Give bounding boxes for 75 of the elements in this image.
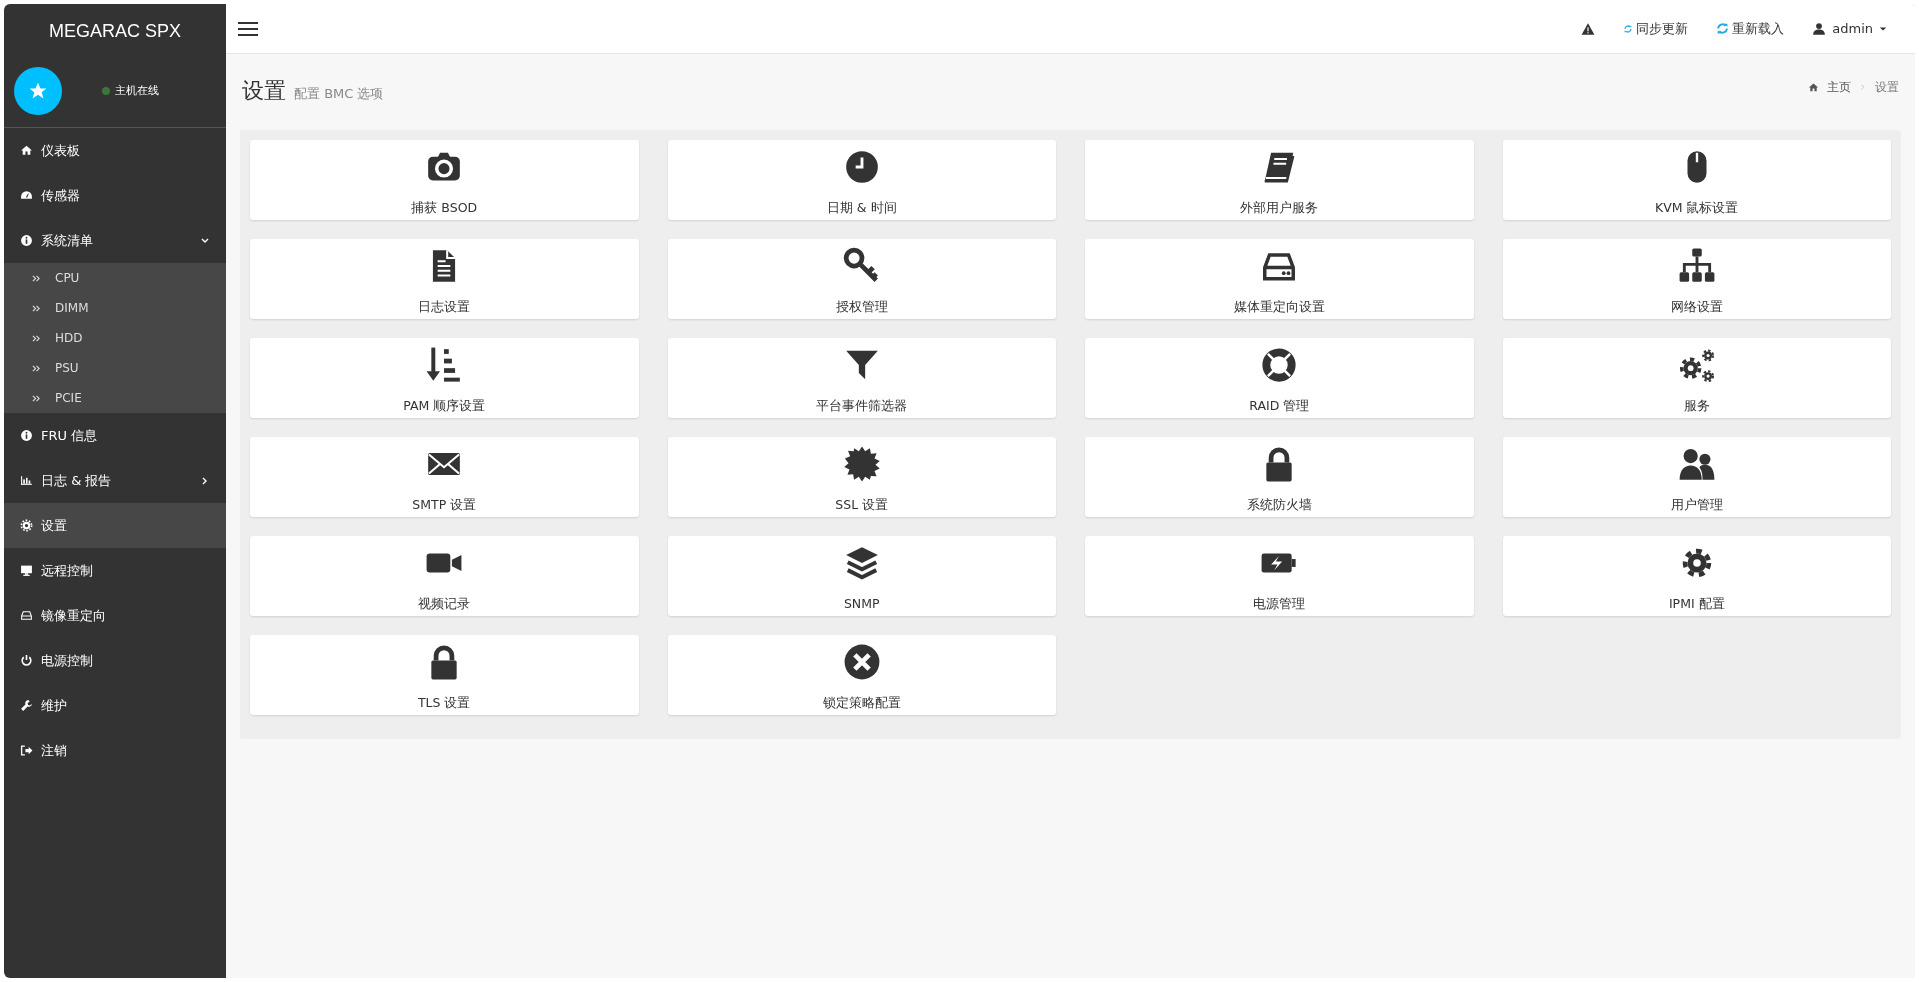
monitor-icon bbox=[20, 564, 33, 577]
logout-icon bbox=[20, 744, 33, 757]
sidebar-item[interactable]: 日志 & 报告 bbox=[4, 458, 226, 503]
settings-tile[interactable]: 用户管理 bbox=[1502, 437, 1891, 518]
menu-icon bbox=[238, 21, 258, 37]
settings-tile[interactable]: SMTP 设置 bbox=[250, 437, 639, 518]
power-icon bbox=[20, 654, 33, 667]
star-icon bbox=[28, 81, 48, 101]
user-icon bbox=[1812, 21, 1827, 36]
settings-tile[interactable]: 日志设置 bbox=[250, 239, 639, 320]
settings-tile[interactable]: IPMI 配置 bbox=[1502, 536, 1891, 617]
refresh-icon bbox=[1716, 22, 1730, 35]
lifebuoy-icon bbox=[1260, 346, 1299, 385]
bar-chart-icon bbox=[20, 474, 33, 487]
sidebar-item[interactable]: 远程控制 bbox=[4, 548, 226, 593]
seal-icon bbox=[842, 445, 881, 484]
settings-tile[interactable]: SSL 设置 bbox=[667, 437, 1056, 518]
breadcrumb-item: 设置 bbox=[1875, 79, 1899, 96]
settings-tile[interactable]: 锁定策略配置 bbox=[667, 635, 1056, 716]
sidebar-item[interactable]: 电源控制 bbox=[4, 638, 226, 683]
user-menu[interactable]: admin bbox=[1812, 18, 1887, 39]
submenu-item[interactable]: CPU bbox=[4, 263, 226, 293]
submenu-item[interactable]: PCIE bbox=[4, 383, 226, 413]
settings-tile[interactable]: 电源管理 bbox=[1085, 536, 1474, 617]
settings-tile[interactable]: 授权管理 bbox=[667, 239, 1056, 320]
settings-tile[interactable]: 平台事件筛选器 bbox=[667, 338, 1056, 419]
brand-title: MEGARAC SPX bbox=[48, 20, 182, 43]
sidebar-item[interactable]: 传感器 bbox=[4, 173, 226, 218]
drive-icon bbox=[20, 609, 33, 622]
home-icon bbox=[1808, 81, 1819, 93]
submenu-item[interactable]: HDD bbox=[4, 323, 226, 353]
settings-tile[interactable]: PAM 顺序设置 bbox=[250, 338, 639, 419]
header-link[interactable]: 同步更新 bbox=[1623, 18, 1689, 39]
submenu-item[interactable]: DIMM bbox=[4, 293, 226, 323]
info-icon bbox=[20, 429, 33, 442]
double-chevron-icon bbox=[32, 393, 41, 403]
alert-button[interactable] bbox=[1581, 21, 1596, 36]
warning-icon bbox=[1581, 21, 1596, 36]
sidebar-item[interactable]: FRU 信息 bbox=[4, 413, 226, 458]
settings-tile[interactable]: SNMP bbox=[667, 536, 1056, 617]
wrench-icon bbox=[20, 699, 33, 712]
host-status-text: 主机在线 bbox=[115, 82, 159, 99]
sidebar-item[interactable]: 仪表板 bbox=[4, 128, 226, 173]
page-subtitle: 配置 BMC 选项 bbox=[294, 85, 384, 103]
header-link[interactable]: 重新载入 bbox=[1716, 18, 1785, 39]
double-chevron-icon bbox=[32, 273, 41, 283]
sidebar-item[interactable]: 系统清单 bbox=[4, 218, 226, 263]
sidebar-item[interactable]: 注销 bbox=[4, 728, 226, 773]
settings-tile[interactable]: 媒体重定向设置 bbox=[1085, 239, 1474, 320]
submenu-item[interactable]: PSU bbox=[4, 353, 226, 383]
settings-tile[interactable]: 捕获 BSOD bbox=[250, 140, 639, 221]
double-chevron-icon bbox=[32, 333, 41, 343]
double-chevron-icon bbox=[32, 363, 41, 373]
settings-tile[interactable]: 外部用户服务 bbox=[1085, 140, 1474, 221]
breadcrumb-item[interactable]: 主页 bbox=[1827, 78, 1851, 96]
settings-tile[interactable]: TLS 设置 bbox=[250, 635, 639, 716]
close-circle-icon bbox=[842, 643, 881, 682]
settings-tile[interactable]: 服务 bbox=[1502, 338, 1891, 419]
sync-icon bbox=[1623, 23, 1634, 34]
gear-icon bbox=[20, 519, 33, 532]
sidebar-item[interactable]: 镜像重定向 bbox=[4, 593, 226, 638]
settings-tile[interactable]: RAID 管理 bbox=[1085, 338, 1474, 419]
sidebar-item[interactable]: 设置 bbox=[4, 503, 226, 548]
info-icon bbox=[20, 234, 33, 247]
settings-tile[interactable]: 日期 & 时间 bbox=[667, 140, 1056, 221]
home-icon bbox=[20, 144, 33, 157]
double-chevron-icon bbox=[32, 303, 41, 313]
chevron-right-icon bbox=[1859, 83, 1867, 91]
settings-tile[interactable]: 系统防火墙 bbox=[1085, 437, 1474, 518]
sidebar-item[interactable]: 维护 bbox=[4, 683, 226, 728]
page-title: 设置 bbox=[242, 78, 286, 105]
settings-tile[interactable]: KVM 鼠标设置 bbox=[1502, 140, 1891, 221]
settings-tile[interactable]: 网络设置 bbox=[1502, 239, 1891, 320]
gauge-icon bbox=[20, 189, 33, 202]
settings-tile[interactable]: 视频记录 bbox=[250, 536, 639, 617]
